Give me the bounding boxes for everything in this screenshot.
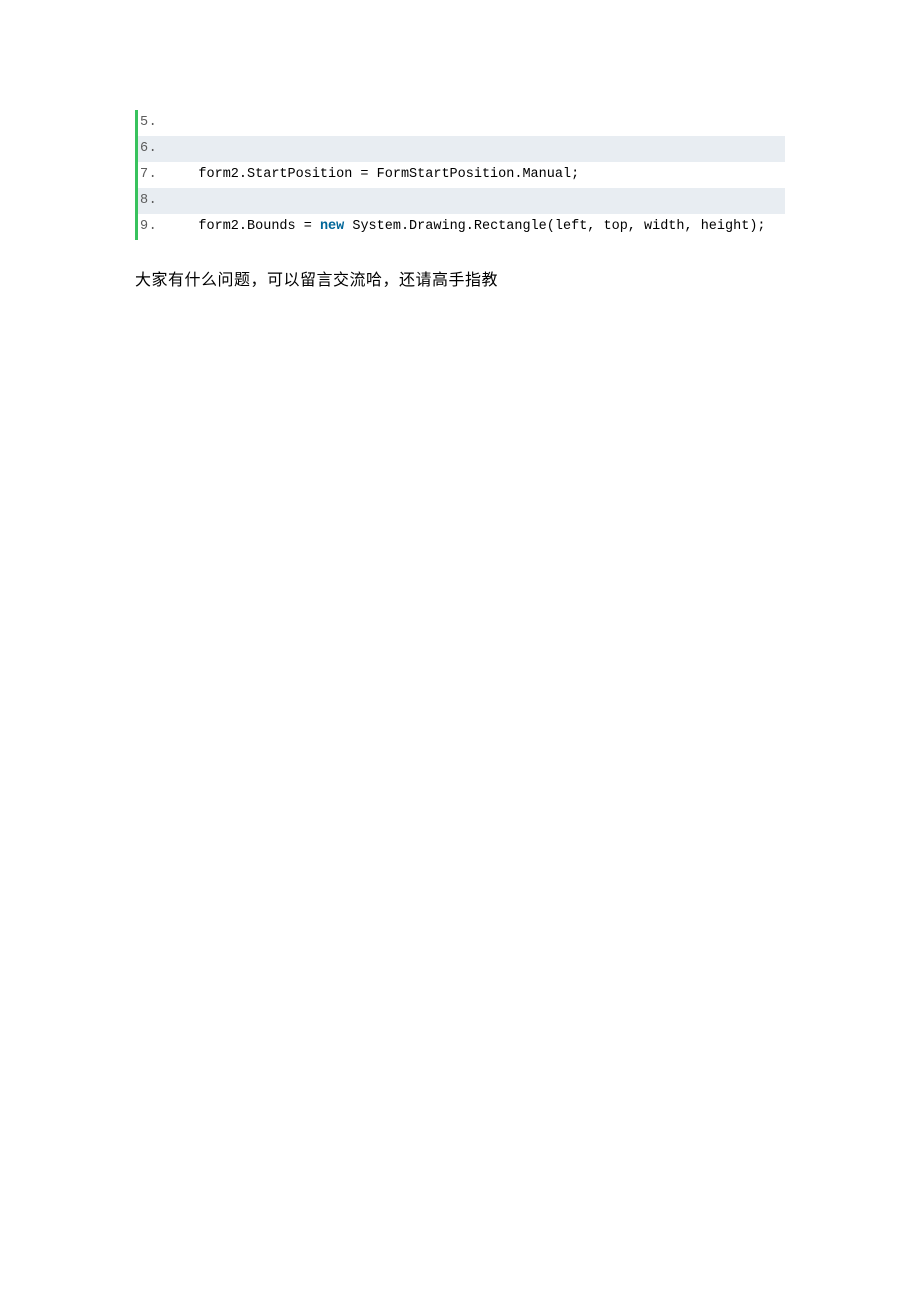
code-line: 5.	[138, 110, 785, 136]
code-prefix: form2.Bounds =	[166, 219, 320, 234]
code-line: 6.	[138, 136, 785, 162]
paragraph-text: 大家有什么问题，可以留言交流哈，还请高手指教	[135, 266, 785, 290]
line-number: 5.	[138, 116, 166, 130]
code-line: 7. form2.StartPosition = FormStartPositi…	[138, 162, 785, 188]
line-number: 8.	[138, 194, 166, 208]
code-block: 5. 6. 7. form2.StartPosition = FormStart…	[135, 110, 785, 240]
line-number: 6.	[138, 142, 166, 156]
code-line: 8.	[138, 188, 785, 214]
code-suffix: System.Drawing.Rectangle(left, top, widt…	[344, 219, 765, 234]
line-number: 9.	[138, 220, 166, 234]
line-number: 7.	[138, 168, 166, 182]
code-content: form2.Bounds = new System.Drawing.Rectan…	[166, 220, 766, 234]
code-content: form2.StartPosition = FormStartPosition.…	[166, 168, 579, 182]
code-keyword: new	[320, 219, 344, 234]
content-area: 5. 6. 7. form2.StartPosition = FormStart…	[0, 0, 920, 290]
code-line: 9. form2.Bounds = new System.Drawing.Rec…	[138, 214, 785, 240]
